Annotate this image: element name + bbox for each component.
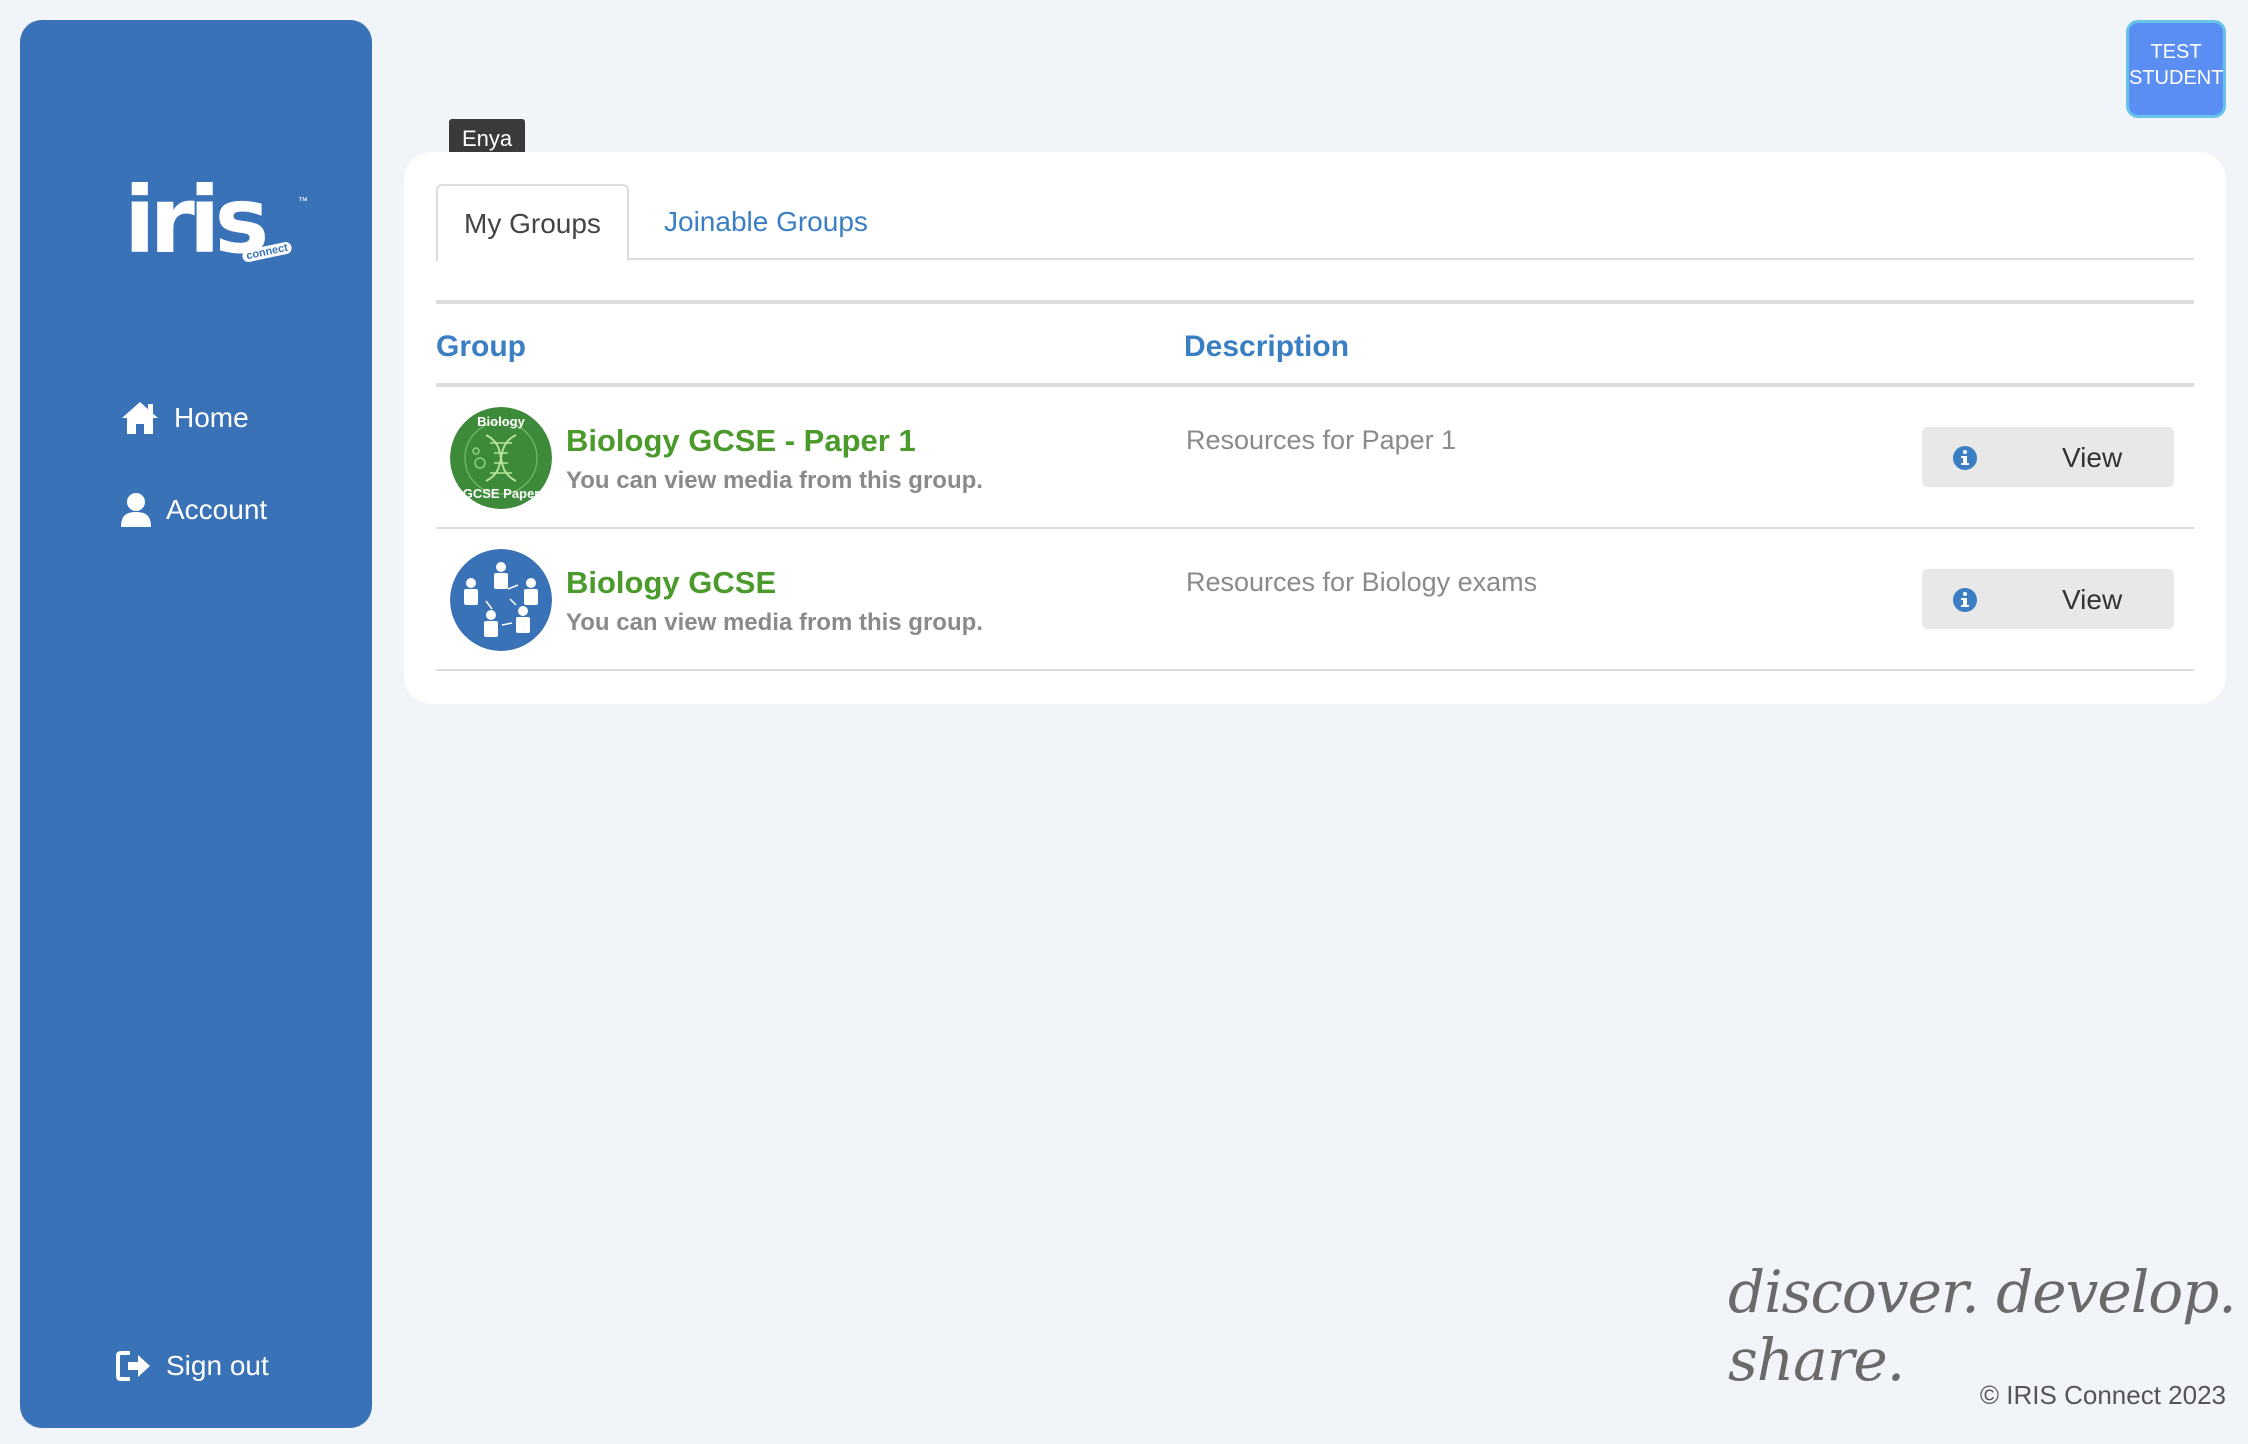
nav-home[interactable]: Home	[120, 400, 249, 436]
avatar-top-text: Biology	[477, 414, 525, 429]
tagline: discover. develop. share.	[1728, 1258, 2237, 1394]
info-icon	[1953, 588, 1977, 612]
nav-account-label: Account	[166, 494, 268, 525]
info-icon	[1953, 446, 1977, 470]
group-avatar-biology-paper: Biology GCSE Paper	[450, 407, 552, 509]
user-badge-line1: TEST	[2150, 41, 2202, 63]
home-icon	[122, 402, 158, 434]
user-icon	[121, 493, 151, 527]
tab-my-groups[interactable]: My Groups	[436, 184, 629, 262]
sidebar: iris ™ connect Home Account Sign out	[20, 20, 372, 1428]
user-badge-line2: STUDENT	[2129, 67, 2224, 89]
logo-trademark: ™	[298, 196, 308, 207]
group-permission-text: You can view media from this group.	[566, 609, 983, 636]
tab-bar: My Groups Joinable Groups	[436, 184, 2194, 262]
group-description: Resources for Paper 1	[1186, 425, 1457, 455]
nav-home-label: Home	[174, 402, 249, 433]
group-description: Resources for Biology exams	[1186, 567, 1538, 597]
avatar-bottom-text: GCSE Paper	[463, 486, 540, 501]
group-name-link[interactable]: Biology GCSE	[566, 565, 776, 601]
table-row: Biology GCSE You can view media from thi…	[436, 529, 2194, 671]
groups-card: My Groups Joinable Groups Group Descript…	[404, 152, 2226, 704]
nav-signout-label: Sign out	[166, 1350, 269, 1381]
table-divider	[436, 300, 2194, 304]
view-button-label: View	[2062, 442, 2123, 473]
copyright: © IRIS Connect 2023	[1979, 1380, 2226, 1410]
sign-out-icon	[116, 1351, 150, 1381]
table-row: Biology GCSE Paper Biology GCSE - Paper …	[436, 387, 2194, 529]
view-button[interactable]: View	[1922, 569, 2174, 629]
group-avatar-people-network	[450, 549, 552, 651]
view-button[interactable]: View	[1922, 427, 2174, 487]
column-header-group[interactable]: Group	[436, 330, 526, 364]
group-permission-text: You can view media from this group.	[566, 467, 983, 494]
column-header-description[interactable]: Description	[1184, 330, 1349, 364]
nav-signout[interactable]: Sign out	[116, 1350, 269, 1382]
group-name-link[interactable]: Biology GCSE - Paper 1	[566, 423, 916, 459]
user-badge[interactable]: TEST STUDENT	[2126, 20, 2226, 118]
iris-connect-logo[interactable]: iris ™ connect	[124, 175, 308, 267]
view-button-label: View	[2062, 584, 2123, 615]
tab-joinable-groups[interactable]: Joinable Groups	[638, 184, 894, 260]
nav-account[interactable]: Account	[120, 492, 267, 528]
